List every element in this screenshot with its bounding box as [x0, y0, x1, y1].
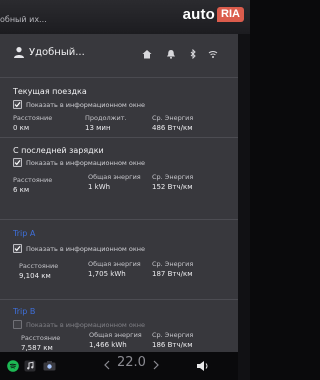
wifi-icon[interactable]	[208, 49, 218, 59]
stat-label: Расстояние	[21, 334, 61, 342]
profile-bar: Удобный...	[0, 34, 238, 78]
section-title: С последней зарядки	[13, 146, 104, 155]
stat-value: 1 kWh	[88, 183, 111, 191]
stat-value: 0 км	[13, 124, 30, 132]
checkbox-label: Показать в информационном окне	[26, 244, 146, 253]
stat-value: 187 Втч/км	[152, 270, 193, 278]
stat-value: 1,466 kWh	[89, 341, 127, 349]
stat-avg-energy: Ср. Энергия 187 Втч/км	[152, 260, 194, 279]
stat-total-energy: Общая энергия 1 kWh	[88, 173, 141, 192]
stat-label: Продолжит.	[85, 114, 127, 122]
trips-screen: Удобный... Текущая поездка Показать в ин…	[0, 34, 238, 352]
screen-bezel	[238, 34, 250, 380]
stat-value: 6 км	[13, 186, 30, 194]
checkbox-box[interactable]	[13, 158, 22, 167]
checkbox-label: Показать в информационном окне	[26, 158, 146, 167]
watermark-auto: auto	[182, 6, 216, 23]
stat-avg-energy: Ср. Энергия 186 Втч/км	[152, 331, 194, 350]
stat-label: Общая энергия	[89, 331, 142, 339]
section-title: Trip A	[13, 229, 36, 238]
photo-background-top: обный их... auto RIA	[0, 0, 250, 34]
stat-duration: Продолжит. 13 мин	[85, 114, 127, 133]
checkbox-box[interactable]	[13, 100, 22, 109]
profile-name[interactable]: Удобный...	[29, 47, 85, 58]
stat-value: 7,587 км	[21, 344, 53, 352]
stat-label: Расстояние	[13, 114, 53, 122]
stat-distance: Расстояние 9,104 км	[19, 262, 59, 281]
checkbox-box[interactable]	[13, 320, 22, 329]
section-title: Trip B	[13, 307, 36, 316]
show-in-info-window-checkbox[interactable]: Показать в информационном окне	[13, 244, 145, 253]
checkbox-label: Показать в информационном окне	[26, 320, 146, 329]
section-title: Текущая поездка	[13, 87, 87, 96]
show-in-info-window-checkbox[interactable]: Показать в информационном окне	[13, 158, 145, 167]
user-icon[interactable]	[13, 46, 25, 58]
stat-distance: Расстояние 0 км	[13, 114, 53, 133]
section-divider	[0, 219, 238, 220]
volume-icon[interactable]	[196, 360, 210, 372]
temperature-display[interactable]: 22.0	[117, 355, 146, 370]
stat-label: Расстояние	[19, 262, 59, 270]
checkbox-box[interactable]	[13, 244, 22, 253]
stat-label: Ср. Энергия	[152, 173, 194, 181]
home-icon[interactable]	[142, 49, 152, 59]
show-in-info-window-checkbox[interactable]: Показать в информационном окне	[13, 320, 145, 329]
stat-label: Расстояние	[13, 176, 53, 184]
chevron-right-icon[interactable]	[153, 360, 159, 370]
stat-avg-energy: Ср. Энергия 486 Втч/км	[152, 114, 194, 133]
stat-value: 152 Втч/км	[152, 183, 193, 191]
show-in-info-window-checkbox[interactable]: Показать в информационном окне	[13, 100, 145, 109]
stat-distance: Расстояние 7,587 км	[21, 334, 61, 353]
background-label: обный их...	[0, 15, 47, 24]
checkbox-label: Показать в информационном окне	[26, 100, 146, 109]
stat-avg-energy: Ср. Энергия 152 Втч/км	[152, 173, 194, 192]
stat-distance: Расстояние 6 км	[13, 176, 53, 195]
stat-label: Общая энергия	[88, 173, 141, 181]
stat-value: 186 Втч/км	[152, 341, 193, 349]
stat-value: 1,705 kWh	[88, 270, 126, 278]
chevron-left-icon[interactable]	[104, 360, 110, 370]
stat-total-energy: Общая энергия 1,466 kWh	[89, 331, 142, 350]
section-divider	[0, 299, 238, 300]
camera-icon[interactable]	[43, 360, 56, 372]
music-icon[interactable]	[24, 360, 36, 372]
stat-label: Ср. Энергия	[152, 260, 194, 268]
watermark-ria: RIA	[217, 7, 244, 22]
stat-label: Ср. Энергия	[152, 114, 194, 122]
bluetooth-icon[interactable]	[188, 49, 198, 59]
stat-total-energy: Общая энергия 1,705 kWh	[88, 260, 141, 279]
stat-label: Общая энергия	[88, 260, 141, 268]
stat-value: 13 мин	[85, 124, 111, 132]
stat-value: 9,104 км	[19, 272, 51, 280]
taskbar: 22.0	[0, 352, 238, 380]
section-divider	[0, 137, 238, 138]
stat-label: Ср. Энергия	[152, 331, 194, 339]
stat-value: 486 Втч/км	[152, 124, 193, 132]
bell-icon[interactable]	[166, 49, 176, 59]
spotify-icon[interactable]	[7, 360, 19, 372]
auto-ria-watermark: auto RIA	[183, 6, 244, 23]
